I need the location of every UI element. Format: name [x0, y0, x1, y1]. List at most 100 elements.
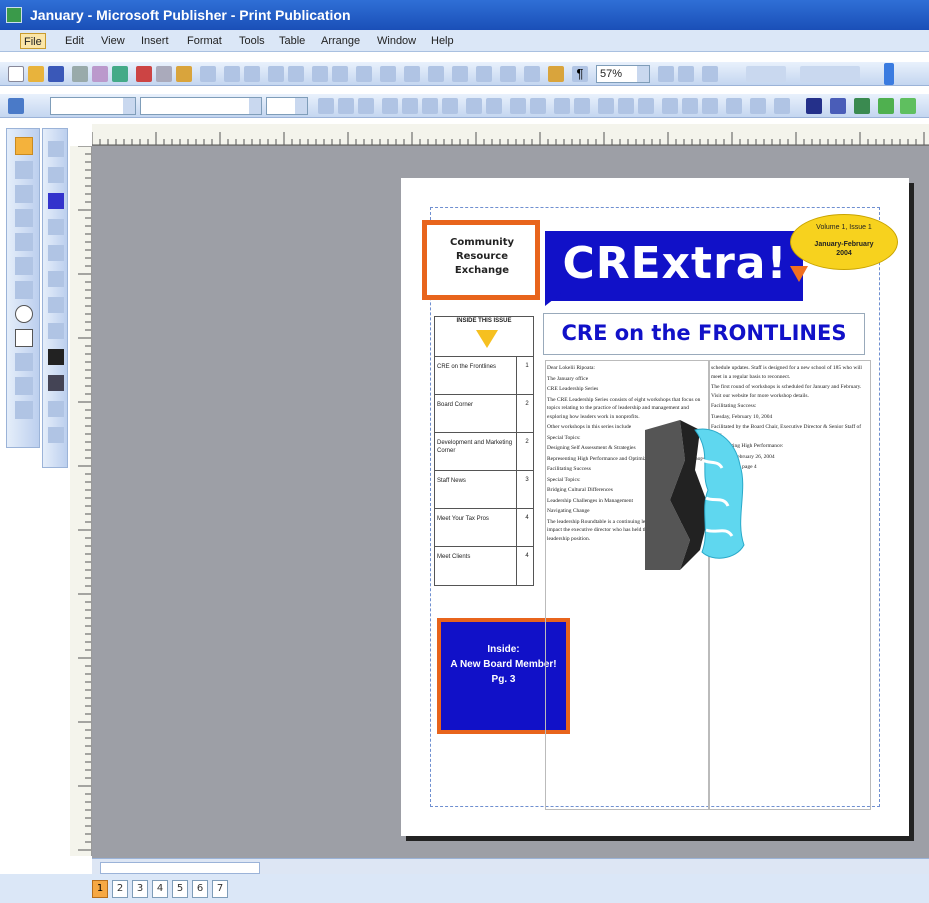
- dash-style-icon[interactable]: [682, 98, 698, 114]
- print-preview-icon[interactable]: [92, 66, 108, 82]
- zoom-combo[interactable]: 57%: [596, 65, 650, 83]
- menu-file[interactable]: File: [20, 33, 46, 49]
- paste-icon[interactable]: [176, 66, 192, 82]
- tool-group-icon[interactable]: [48, 375, 64, 391]
- picture-icon[interactable]: [428, 66, 444, 82]
- styles-icon[interactable]: [8, 98, 24, 114]
- table-icon[interactable]: [452, 66, 468, 82]
- line-color-icon[interactable]: [618, 98, 634, 114]
- tool-picture-icon[interactable]: [48, 245, 64, 261]
- select-objects-icon[interactable]: [15, 137, 33, 155]
- tool-line-weight-icon[interactable]: [48, 349, 64, 365]
- increase-indent-icon[interactable]: [530, 98, 546, 114]
- cliff-clipart[interactable]: [640, 420, 752, 570]
- arrow-tool-icon[interactable]: [15, 281, 33, 299]
- zoom-in-icon[interactable]: [658, 66, 674, 82]
- redo-icon[interactable]: [244, 66, 260, 82]
- chart-icon[interactable]: [500, 66, 516, 82]
- page-6-button[interactable]: 6: [192, 880, 208, 898]
- italic-icon[interactable]: [338, 98, 354, 114]
- undo-icon[interactable]: [224, 66, 240, 82]
- toolbar-chevron-icon[interactable]: [884, 63, 894, 85]
- bullets-icon[interactable]: [486, 98, 502, 114]
- toolbar-options-icon[interactable]: [746, 66, 786, 82]
- 3d-style-icon[interactable]: [750, 98, 766, 114]
- folder-icon[interactable]: [548, 66, 564, 82]
- columns-icon[interactable]: [356, 66, 372, 82]
- fill-color-icon[interactable]: [598, 98, 614, 114]
- font-color-icon[interactable]: [638, 98, 654, 114]
- tool-clipart-icon[interactable]: [48, 141, 64, 157]
- menu-arrange[interactable]: Arrange: [318, 33, 363, 49]
- save-icon[interactable]: [48, 66, 64, 82]
- align-objects-icon[interactable]: [830, 98, 846, 114]
- vertical-ruler[interactable]: [70, 145, 92, 856]
- group-icon[interactable]: [854, 98, 870, 114]
- decrease-indent-icon[interactable]: [510, 98, 526, 114]
- font-size-dropdown-arrow-icon[interactable]: [295, 98, 307, 114]
- bold-icon[interactable]: [318, 98, 334, 114]
- style-combo[interactable]: [50, 97, 136, 115]
- page-7-button[interactable]: 7: [212, 880, 228, 898]
- shadow-style-icon[interactable]: [726, 98, 742, 114]
- text-box-icon[interactable]: [15, 161, 33, 179]
- open-icon[interactable]: [28, 66, 44, 82]
- underline-icon[interactable]: [358, 98, 374, 114]
- tool-wrap-icon[interactable]: [48, 297, 64, 313]
- help-icon[interactable]: [702, 66, 718, 82]
- rotate-icon[interactable]: [312, 66, 328, 82]
- menu-view[interactable]: View: [98, 33, 128, 49]
- increase-font-icon[interactable]: [574, 98, 590, 114]
- picture-frame-icon[interactable]: [15, 233, 33, 251]
- numbering-icon[interactable]: [466, 98, 482, 114]
- menu-format[interactable]: Format: [184, 33, 225, 49]
- publisher-app-icon[interactable]: [6, 7, 22, 23]
- cut-icon[interactable]: [136, 66, 152, 82]
- color-scheme-icon[interactable]: [878, 98, 894, 114]
- menu-edit[interactable]: Edit: [62, 33, 87, 49]
- arrow-style-icon[interactable]: [702, 98, 718, 114]
- new-icon[interactable]: [8, 66, 24, 82]
- line-tool-icon[interactable]: [15, 257, 33, 275]
- tool-form-icon[interactable]: [48, 219, 64, 235]
- send-backward-icon[interactable]: [288, 66, 304, 82]
- wordart-icon[interactable]: [476, 66, 492, 82]
- tool-order-icon[interactable]: [48, 427, 64, 443]
- flip-icon[interactable]: [332, 66, 348, 82]
- font-size-combo[interactable]: [266, 97, 308, 115]
- line-weight-icon[interactable]: [806, 98, 822, 114]
- menu-table[interactable]: Table: [276, 33, 308, 49]
- horizontal-scroll-thumb[interactable]: [100, 862, 260, 874]
- horizontal-ruler[interactable]: [91, 124, 929, 146]
- insert-table-icon[interactable]: [15, 185, 33, 203]
- text-direction-icon[interactable]: [774, 98, 790, 114]
- spelling-icon[interactable]: [112, 66, 128, 82]
- zoom-out-icon[interactable]: [678, 66, 694, 82]
- design-gallery-icon[interactable]: [15, 401, 33, 419]
- print-icon[interactable]: [72, 66, 88, 82]
- hot-spot-icon[interactable]: [15, 377, 33, 395]
- align-center-icon[interactable]: [402, 98, 418, 114]
- show-paragraph-marks-icon[interactable]: ¶: [572, 66, 588, 82]
- align-right-icon[interactable]: [422, 98, 438, 114]
- tool-rotate-icon[interactable]: [48, 401, 64, 417]
- page-4-button[interactable]: 4: [152, 880, 168, 898]
- rectangle-tool-icon[interactable]: [15, 329, 33, 347]
- text-frame-icon[interactable]: [404, 66, 420, 82]
- tool-contrast-icon[interactable]: [48, 323, 64, 339]
- tool-crop-icon[interactable]: [48, 271, 64, 287]
- decrease-font-icon[interactable]: [554, 98, 570, 114]
- font-dropdown-arrow-icon[interactable]: [249, 98, 261, 114]
- page-2-button[interactable]: 2: [112, 880, 128, 898]
- format-painter-icon[interactable]: [200, 66, 216, 82]
- toolbar-overflow-icon[interactable]: [800, 66, 860, 82]
- zoom-dropdown-arrow-icon[interactable]: [637, 66, 649, 82]
- copy-icon[interactable]: [156, 66, 172, 82]
- tool-scanner-icon[interactable]: [48, 167, 64, 183]
- menu-tools[interactable]: Tools: [236, 33, 268, 49]
- bring-forward-icon[interactable]: [268, 66, 284, 82]
- columns-layout-icon[interactable]: [524, 66, 540, 82]
- align-left-icon[interactable]: [382, 98, 398, 114]
- menu-window[interactable]: Window: [374, 33, 419, 49]
- insert-hyperlink-icon[interactable]: [380, 66, 396, 82]
